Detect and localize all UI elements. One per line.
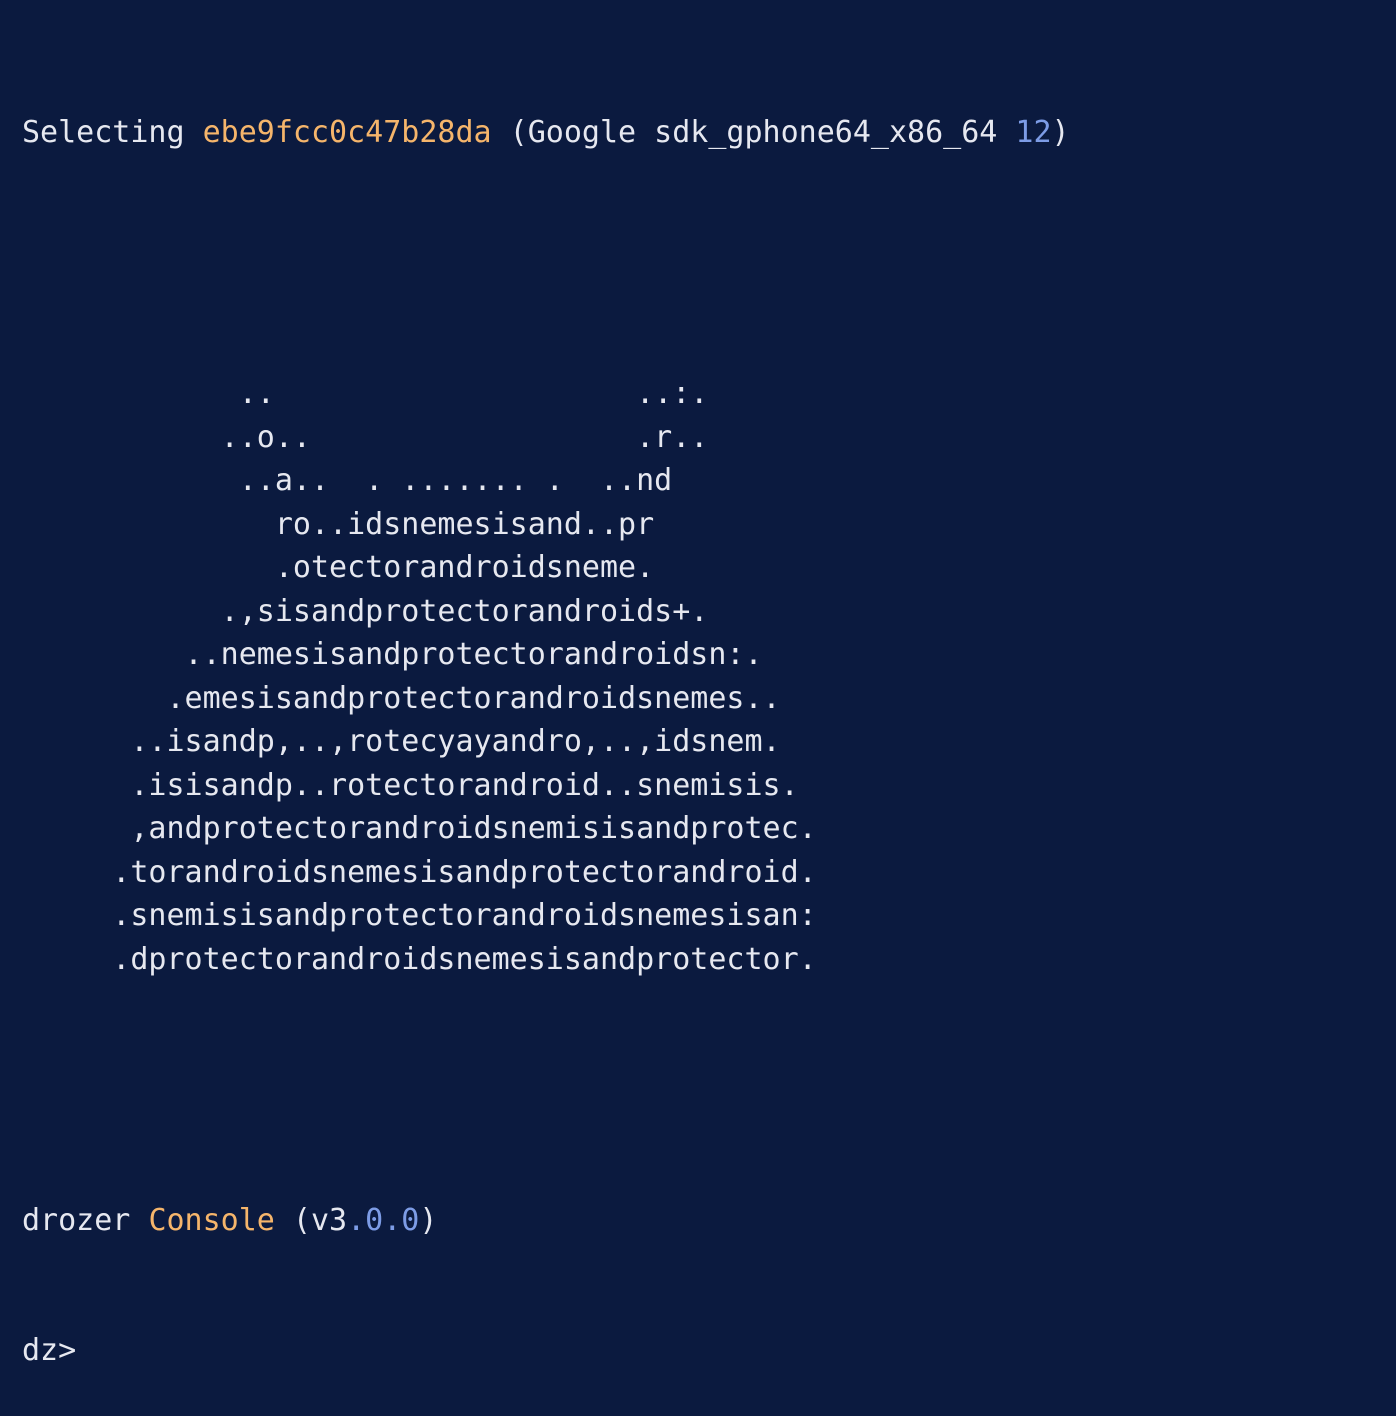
version-minor: .0.0: [347, 1202, 420, 1238]
ascii-art-line: ,andprotectorandroidsnemisisandprotec.: [22, 811, 817, 846]
ascii-art-line: .snemisisandprotectorandroidsnemesisan:: [22, 898, 817, 933]
ascii-art-line: .isisandp..rotectorandroid..snemisis.: [22, 767, 799, 803]
selecting-prefix: Selecting: [22, 115, 203, 150]
drozer-ascii-logo: .. ..:. ..o.. .r.. ..a.. . ....... . ..n…: [22, 372, 1396, 981]
ascii-art-line: ro..idsnemesisand..pr: [22, 506, 655, 542]
console-version-line: drozer Console (v3.0.0): [22, 1199, 1396, 1243]
selecting-device-line: Selecting ebe9fcc0c47b28da (Google sdk_g…: [22, 111, 1396, 155]
version-close: ): [419, 1202, 438, 1238]
command-prompt[interactable]: dz>: [22, 1333, 76, 1368]
ascii-art-line: .torandroidsnemesisandprotectorandroid.: [22, 854, 817, 890]
ascii-art-line: ..isandp,..,rotecyayandro,..,idsnem.: [22, 724, 781, 759]
device-description-close: ): [1051, 115, 1070, 150]
ascii-art-line: .,sisandprotectorandroids+.: [22, 593, 709, 629]
ascii-art-line: ..o.. .r..: [22, 419, 709, 455]
console-label: Console: [148, 1202, 275, 1238]
ascii-art-line: .otectorandroidsneme.: [22, 550, 655, 585]
ascii-art-line: ..a.. . ....... . ..nd: [22, 463, 673, 498]
ascii-art-line: .dprotectorandroidsnemesisandprotector.: [22, 941, 817, 977]
app-name: drozer: [22, 1202, 149, 1238]
ascii-art-line: .emesisandprotectorandroidsnemes..: [22, 680, 781, 716]
api-level: 12: [1015, 115, 1052, 150]
device-description: (Google sdk_gphone64_x86_64: [491, 115, 1016, 150]
prompt-line[interactable]: dz>: [22, 1329, 1396, 1373]
version-open: (v3: [274, 1202, 348, 1238]
ascii-art-line: ..nemesisandprotectorandroidsn:.: [22, 637, 763, 672]
terminal-window[interactable]: Selecting ebe9fcc0c47b28da (Google sdk_g…: [0, 0, 1396, 1368]
device-id: ebe9fcc0c47b28da: [202, 115, 492, 150]
ascii-art-line: .. ..:.: [22, 376, 709, 411]
